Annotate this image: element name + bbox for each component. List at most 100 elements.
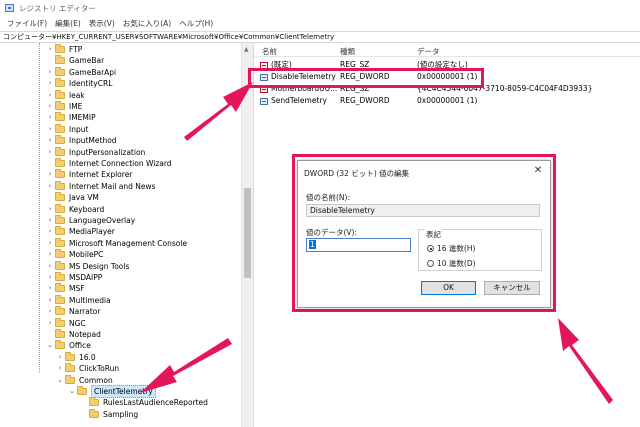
menu-file[interactable]: ファイル(F) xyxy=(3,18,51,29)
tree-item[interactable]: › IMEMIP xyxy=(45,112,96,123)
tree-item[interactable]: Internet Connection Wizard xyxy=(45,158,172,169)
list-row[interactable]: SendTelemetry REG_DWORD 0x00000001 (1) xyxy=(254,95,640,106)
folder-icon xyxy=(55,203,65,213)
chevron-right-icon[interactable]: › xyxy=(45,226,55,237)
column-name[interactable]: 名前 xyxy=(262,46,277,57)
tree-item[interactable]: RulesLastAudienceReported xyxy=(79,397,208,408)
chevron-right-icon[interactable]: › xyxy=(45,272,55,283)
cancel-button[interactable]: キャンセル xyxy=(484,281,540,295)
tree-item-label: Keyboard xyxy=(69,204,105,214)
chevron-right-icon[interactable]: › xyxy=(45,261,55,272)
tree-item-label: ClientTelemetry xyxy=(91,385,156,398)
tree-item[interactable]: GameBar xyxy=(45,55,104,66)
chevron-right-icon[interactable]: › xyxy=(45,215,55,226)
tree-item[interactable]: › NGC xyxy=(45,317,86,329)
tree-item[interactable]: › GameBarApi xyxy=(45,66,116,78)
scroll-up-icon[interactable]: ▲ xyxy=(244,46,249,53)
chevron-right-icon[interactable]: › xyxy=(45,283,55,294)
value-data-input[interactable]: 1 xyxy=(306,238,411,252)
chevron-right-icon[interactable]: › xyxy=(45,90,55,101)
tree-item-label: Notepad xyxy=(69,330,101,339)
tree-item[interactable]: › 16.0 xyxy=(55,351,96,363)
chevron-right-icon[interactable]: › xyxy=(45,135,55,146)
folder-icon xyxy=(55,180,65,190)
tree-item[interactable]: › MSDAIPP xyxy=(45,272,102,283)
chevron-right-icon[interactable]: › xyxy=(45,101,55,112)
tree-item[interactable]: › MS Design Tools xyxy=(45,260,129,272)
folder-icon xyxy=(55,78,65,88)
tree-item[interactable]: › Microsoft Management Console xyxy=(45,237,187,249)
chevron-right-icon[interactable]: › xyxy=(45,295,55,306)
tree-item[interactable]: › leak xyxy=(45,89,85,101)
tree-item[interactable]: › IME xyxy=(45,101,82,112)
chevron-right-icon[interactable]: › xyxy=(45,169,55,180)
folder-icon xyxy=(55,340,65,350)
chevron-right-icon[interactable]: › xyxy=(45,124,55,135)
tree-item[interactable]: › MobilePC xyxy=(45,249,103,260)
tree-item[interactable]: › IdentityCRL xyxy=(45,78,112,89)
chevron-right-icon[interactable]: › xyxy=(45,44,55,55)
chevron-down-icon[interactable]: ⌄ xyxy=(67,386,77,397)
tree-item[interactable]: › MSF xyxy=(45,283,85,294)
column-data[interactable]: データ xyxy=(417,46,440,57)
chevron-right-icon[interactable]: › xyxy=(45,318,55,329)
tree-item-label: Common xyxy=(79,375,113,385)
chevron-down-icon[interactable]: ⌄ xyxy=(55,375,65,386)
chevron-right-icon[interactable]: › xyxy=(45,238,55,249)
chevron-down-icon[interactable]: ⌄ xyxy=(45,340,55,351)
folder-icon xyxy=(55,237,65,247)
column-type[interactable]: 種類 xyxy=(340,46,355,57)
base-label: 表記 xyxy=(425,229,442,240)
folder-icon xyxy=(89,397,99,407)
tree-item-label: 16.0 xyxy=(79,352,96,362)
tree-item[interactable]: › LanguageOverlay xyxy=(45,215,135,226)
chevron-right-icon[interactable]: › xyxy=(45,306,55,317)
tree-item[interactable]: Java VM xyxy=(45,192,99,203)
chevron-right-icon[interactable]: › xyxy=(45,204,55,215)
chevron-right-icon[interactable]: › xyxy=(45,249,55,260)
radio-decimal[interactable]: 10 進数(D) xyxy=(427,258,476,269)
tree-item[interactable]: › ClickToRun xyxy=(55,363,119,374)
tree-item[interactable]: › Internet Explorer xyxy=(45,169,132,180)
tree-item[interactable]: ⌄ Office xyxy=(45,340,91,351)
radio-decimal-icon[interactable] xyxy=(427,260,434,267)
tree-item-label: Office xyxy=(69,341,91,351)
chevron-right-icon[interactable]: › xyxy=(45,112,55,123)
ok-button[interactable]: OK xyxy=(421,281,476,295)
folder-icon xyxy=(55,44,65,53)
radio-hex[interactable]: 16 進数(H) xyxy=(427,243,475,254)
key-tree: › FTP GameBar › GameBarApi › IdentityCRL › leak ›… xyxy=(0,43,253,427)
chevron-right-icon[interactable]: › xyxy=(45,147,55,158)
tree-item[interactable]: ⌄ Common xyxy=(55,374,113,386)
menu-help[interactable]: ヘルプ(H) xyxy=(175,18,217,29)
tree-item[interactable]: › InputPersonalization xyxy=(45,146,145,158)
chevron-right-icon[interactable]: › xyxy=(45,67,55,78)
folder-icon xyxy=(55,226,65,236)
tree-item[interactable]: › Internet Mail and News xyxy=(45,180,156,192)
tree-scrollbar[interactable]: ▲ xyxy=(241,43,253,427)
tree-item[interactable]: › Input xyxy=(45,123,88,135)
chevron-right-icon[interactable]: › xyxy=(45,78,55,89)
tree-item[interactable]: ⌄ ClientTelemetry xyxy=(67,385,156,398)
tree-item[interactable]: › Multimedia xyxy=(45,294,111,306)
scroll-thumb[interactable] xyxy=(244,188,251,278)
chevron-right-icon[interactable]: › xyxy=(55,363,65,374)
folder-icon xyxy=(55,101,65,110)
folder-icon xyxy=(55,306,65,316)
tree-item[interactable]: › MediaPlayer xyxy=(45,226,115,237)
tree-item[interactable]: Notepad xyxy=(45,329,101,340)
menu-edit[interactable]: 編集(E) xyxy=(51,18,85,29)
tree-item[interactable]: › InputMethod xyxy=(45,135,117,146)
menu-favorites[interactable]: お気に入り(A) xyxy=(119,18,175,29)
radio-hex-icon[interactable] xyxy=(427,245,434,252)
value-name-field: DisableTelemetry xyxy=(306,204,540,217)
tree-item[interactable]: › Keyboard xyxy=(45,203,105,215)
tree-item[interactable]: › Narrator xyxy=(45,306,100,317)
chevron-right-icon[interactable]: › xyxy=(45,181,55,192)
chevron-right-icon[interactable]: › xyxy=(55,352,65,363)
tree-item[interactable]: Sampling xyxy=(79,408,138,420)
menu-view[interactable]: 表示(V) xyxy=(85,18,119,29)
tree-item[interactable]: › FTP xyxy=(45,44,82,55)
close-icon[interactable]: ✕ xyxy=(532,165,544,177)
address-bar[interactable]: コンピューター¥HKEY_CURRENT_USER¥SOFTWARE¥Micro… xyxy=(0,31,640,43)
